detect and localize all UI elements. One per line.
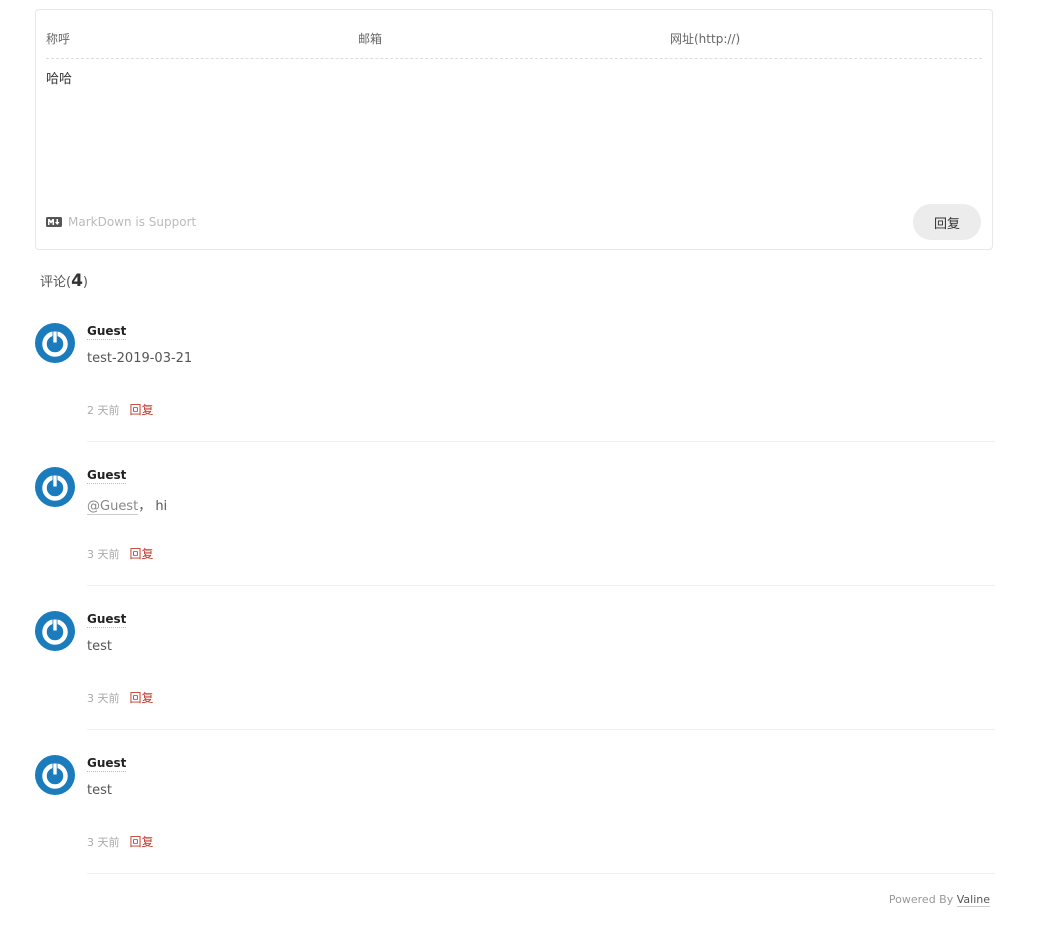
reply-link[interactable]: 回复	[130, 835, 154, 849]
valine-comments: MarkDown is Support 回复 评论(4) Guest test-…	[0, 0, 1054, 939]
comment-nick[interactable]: Guest	[87, 755, 127, 772]
powered-by: Powered By Valine	[888, 893, 990, 907]
reply-link[interactable]: 回复	[130, 691, 154, 705]
reply-link[interactable]: 回复	[130, 403, 154, 417]
comment-content-text: ， hi	[138, 499, 168, 514]
power-avatar-icon	[35, 323, 75, 363]
comment-time: 3 天前	[87, 836, 120, 849]
comment-nick[interactable]: Guest	[87, 323, 127, 340]
comment-nick[interactable]: Guest	[87, 611, 127, 628]
power-avatar-icon	[35, 611, 75, 651]
mention-link[interactable]: @Guest	[87, 499, 139, 515]
comment-divider	[87, 873, 995, 874]
editor-fields	[46, 26, 982, 59]
count-number: 4	[71, 271, 83, 291]
nick-field-wrap	[46, 26, 358, 58]
comment-content: test	[87, 639, 112, 654]
count-suffix: )	[82, 275, 88, 290]
powered-prefix: Powered By	[888, 893, 957, 906]
submit-button[interactable]: 回复	[913, 204, 981, 240]
count-prefix: 评论(	[40, 275, 72, 290]
markdown-support: MarkDown is Support	[46, 215, 196, 229]
comment-content: test	[87, 783, 112, 798]
comment-divider	[87, 585, 995, 586]
markdown-icon	[46, 217, 62, 227]
comment-count: 评论(4)	[40, 271, 88, 291]
comment-meta: 2 天前 回复	[87, 401, 154, 418]
mail-field-wrap	[358, 26, 670, 58]
comment-nick[interactable]: Guest	[87, 467, 127, 484]
valine-link[interactable]: Valine	[956, 893, 990, 907]
markdown-note: MarkDown is Support	[68, 215, 197, 229]
link-field-wrap	[670, 26, 982, 58]
reply-link[interactable]: 回复	[130, 547, 154, 561]
power-avatar-icon	[35, 755, 75, 795]
mail-input[interactable]	[358, 26, 655, 52]
comment-content: @Guest， hi	[87, 495, 168, 515]
comment-content: test-2019-03-21	[87, 351, 193, 366]
comment-editor: MarkDown is Support 回复	[35, 9, 993, 250]
comment-time: 3 天前	[87, 692, 120, 705]
comment-meta: 3 天前 回复	[87, 545, 154, 562]
comment-textarea[interactable]	[46, 68, 982, 188]
comment-time: 3 天前	[87, 548, 120, 561]
comment-meta: 3 天前 回复	[87, 833, 154, 850]
comment-divider	[87, 729, 995, 730]
nick-input[interactable]	[46, 26, 343, 52]
comment-divider	[87, 441, 995, 442]
link-input[interactable]	[670, 26, 967, 52]
comment-time: 2 天前	[87, 404, 120, 417]
power-avatar-icon	[35, 467, 75, 507]
comment-meta: 3 天前 回复	[87, 689, 154, 706]
